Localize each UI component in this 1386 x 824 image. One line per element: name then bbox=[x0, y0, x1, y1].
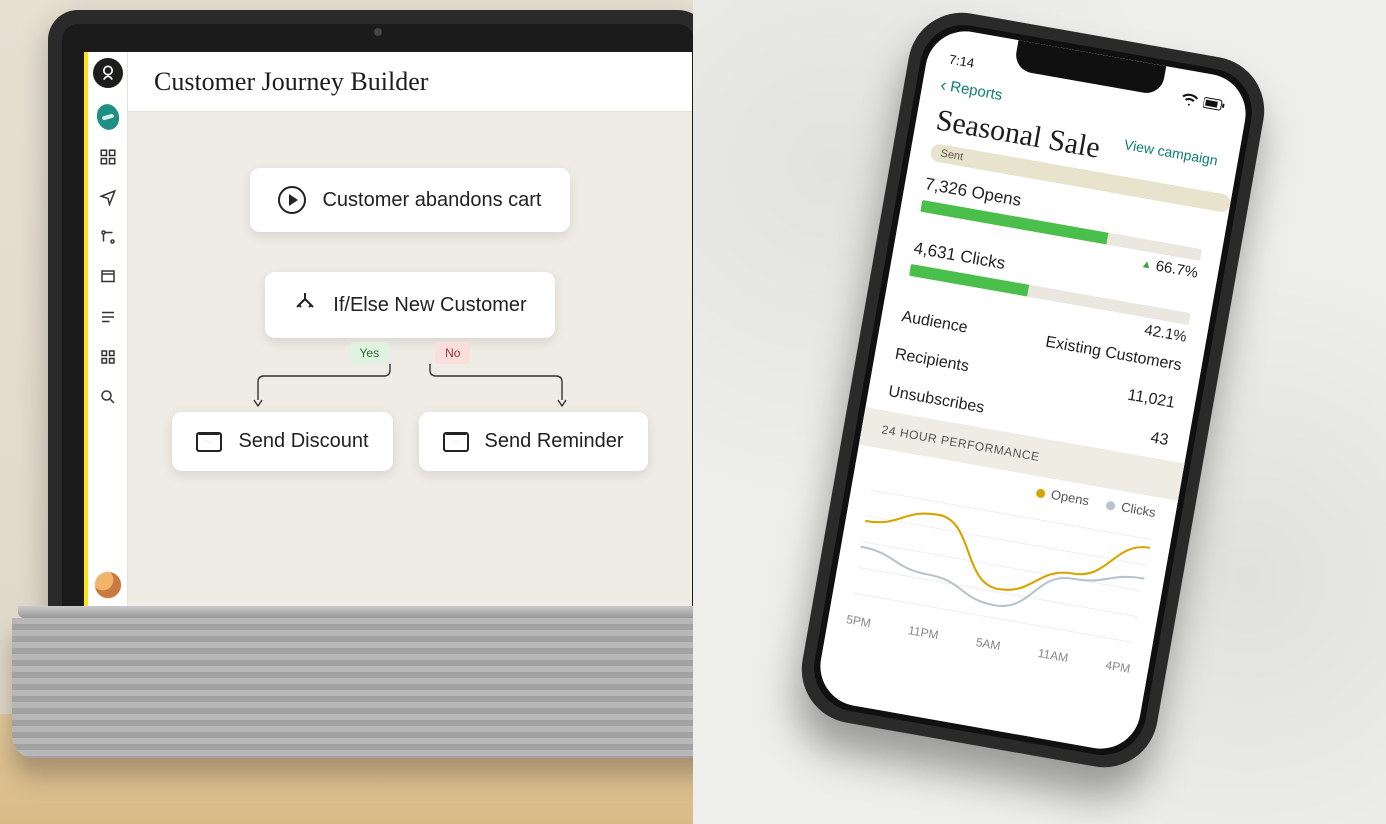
user-avatar[interactable] bbox=[94, 571, 122, 599]
play-icon bbox=[278, 186, 306, 214]
view-campaign-link[interactable]: View campaign bbox=[1123, 136, 1219, 168]
kv-key: Audience bbox=[900, 308, 969, 337]
branch-connectors bbox=[245, 364, 575, 408]
action-send-discount[interactable]: Send Discount bbox=[172, 412, 392, 471]
kv-key: Unsubscribes bbox=[887, 383, 986, 418]
xaxis-tick: 11AM bbox=[1037, 646, 1069, 665]
phone-screen: 7:14 ‹ Reports bbox=[814, 25, 1252, 755]
brand-logo-icon[interactable] bbox=[93, 58, 123, 88]
status-time: 7:14 bbox=[948, 52, 976, 71]
phone-scene: 7:14 ‹ Reports bbox=[693, 0, 1386, 824]
xaxis-tick: 5PM bbox=[845, 612, 872, 630]
laptop-scene: Customer Journey Builder Customer abando… bbox=[0, 0, 693, 824]
laptop-keyboard bbox=[12, 618, 744, 758]
action-label: Send Discount bbox=[238, 430, 368, 453]
branch-icon bbox=[293, 290, 317, 320]
trend-up-icon: ▲ bbox=[1140, 257, 1153, 271]
content-icon[interactable] bbox=[97, 146, 119, 168]
create-pencil-icon[interactable] bbox=[97, 106, 119, 128]
kv-val: 43 bbox=[1149, 429, 1170, 450]
trigger-node[interactable]: Customer abandons cart bbox=[250, 168, 569, 232]
mail-icon bbox=[196, 432, 222, 452]
phone: 7:14 ‹ Reports bbox=[793, 4, 1273, 776]
wifi-icon bbox=[1180, 93, 1198, 111]
xaxis-tick: 5AM bbox=[975, 635, 1002, 653]
chevron-left-icon: ‹ bbox=[939, 75, 948, 94]
search-icon[interactable] bbox=[97, 386, 119, 408]
action-label: Send Reminder bbox=[485, 430, 624, 453]
branch-chips: Yes No bbox=[265, 342, 554, 364]
condition-label: If/Else New Customer bbox=[333, 294, 526, 317]
app-window: Customer Journey Builder Customer abando… bbox=[84, 52, 692, 611]
app-main: Customer Journey Builder Customer abando… bbox=[128, 52, 692, 611]
mail-icon bbox=[443, 432, 469, 452]
legend-dot-clicks bbox=[1106, 501, 1116, 511]
trigger-label: Customer abandons cart bbox=[322, 189, 541, 212]
laptop: Customer Journey Builder Customer abando… bbox=[48, 10, 708, 770]
action-send-reminder[interactable]: Send Reminder bbox=[419, 412, 648, 471]
xaxis-tick: 4PM bbox=[1104, 658, 1131, 676]
apps-icon[interactable] bbox=[97, 346, 119, 368]
xaxis-tick: 11PM bbox=[907, 623, 939, 642]
condition-node[interactable]: If/Else New Customer Yes No bbox=[265, 272, 554, 338]
journey-canvas[interactable]: Customer abandons cart If/Else New Custo… bbox=[128, 112, 692, 611]
forms-icon[interactable] bbox=[97, 306, 119, 328]
laptop-bezel: Customer Journey Builder Customer abando… bbox=[48, 10, 708, 635]
action-row: Send Discount Send Reminder bbox=[172, 412, 647, 471]
battery-icon bbox=[1202, 96, 1226, 115]
branch-no-chip: No bbox=[435, 342, 470, 364]
page-title: Customer Journey Builder bbox=[128, 52, 692, 112]
kv-key: Recipients bbox=[894, 346, 971, 377]
branch-yes-chip: Yes bbox=[350, 342, 390, 364]
kv-val: 11,021 bbox=[1126, 387, 1176, 413]
campaigns-icon[interactable] bbox=[97, 186, 119, 208]
websites-icon[interactable] bbox=[97, 266, 119, 288]
automations-icon[interactable] bbox=[97, 226, 119, 248]
laptop-hinge bbox=[18, 606, 738, 618]
camera-dot bbox=[374, 28, 382, 36]
sidebar-rail bbox=[88, 52, 128, 611]
legend-dot-opens bbox=[1035, 488, 1045, 498]
